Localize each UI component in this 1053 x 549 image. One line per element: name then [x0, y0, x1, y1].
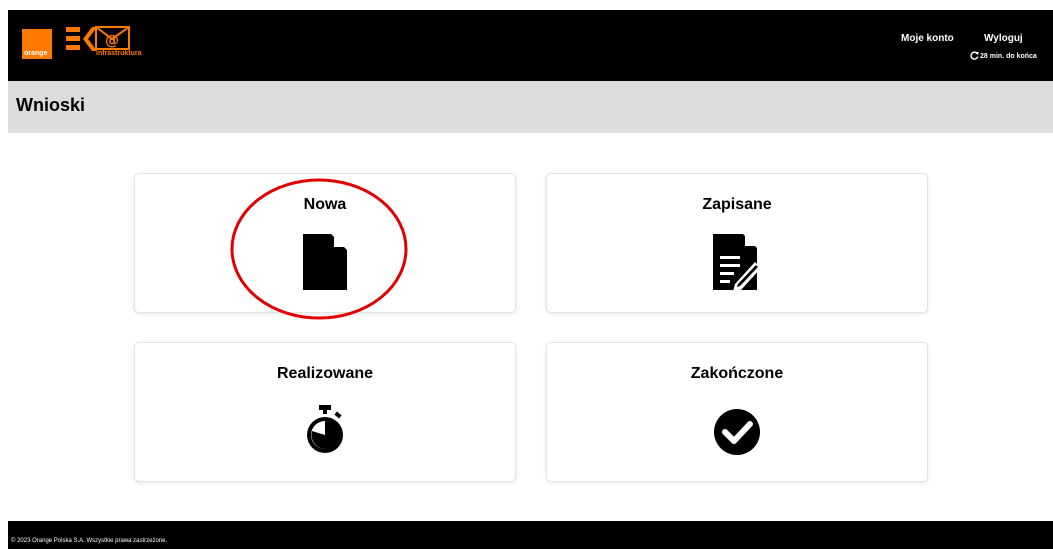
orange-logo-text: orange — [24, 50, 48, 57]
app-frame: orange @ infrastruktura Moje konto Wylog… — [8, 10, 1053, 549]
footer-copyright: © 2023 Orange Polska S.A. Wszystkie praw… — [11, 538, 168, 544]
stopwatch-icon — [307, 405, 343, 453]
ek-mail-logo-icon: @ — [66, 26, 130, 51]
page-title: Wnioski — [16, 95, 86, 115]
footer: © 2023 Orange Polska S.A. Wszystkie praw… — [8, 521, 1053, 549]
session-timer-text: 28 min. do końca — [980, 53, 1037, 60]
orange-logo[interactable]: orange — [22, 29, 52, 59]
tile-new-label: Nowa — [303, 196, 347, 213]
tile-in-progress-label: Realizowane — [276, 365, 374, 382]
tile-saved-label: Zapisane — [702, 196, 772, 213]
session-timer: 28 min. do końca — [970, 51, 1037, 60]
page-title-bar: Wnioski — [8, 81, 1053, 133]
document-edit-icon — [713, 234, 761, 292]
svg-text:@: @ — [105, 33, 119, 49]
top-navigation-bar: orange @ infrastruktura Moje konto Wylog… — [8, 10, 1053, 81]
my-account-link[interactable]: Moje konto — [901, 33, 954, 44]
infrastruktura-logo-text: infrastruktura — [96, 50, 142, 57]
tile-completed[interactable]: Zakończone — [546, 342, 928, 482]
tile-completed-label: Zakończone — [690, 365, 784, 382]
logout-link[interactable]: Wyloguj — [984, 33, 1023, 44]
new-document-icon — [303, 234, 347, 290]
tile-in-progress[interactable]: Realizowane — [134, 342, 516, 482]
tile-saved[interactable]: Zapisane — [546, 173, 928, 313]
tile-new[interactable]: Nowa — [134, 173, 516, 313]
check-circle-icon — [714, 409, 760, 455]
refresh-icon[interactable] — [970, 51, 979, 60]
